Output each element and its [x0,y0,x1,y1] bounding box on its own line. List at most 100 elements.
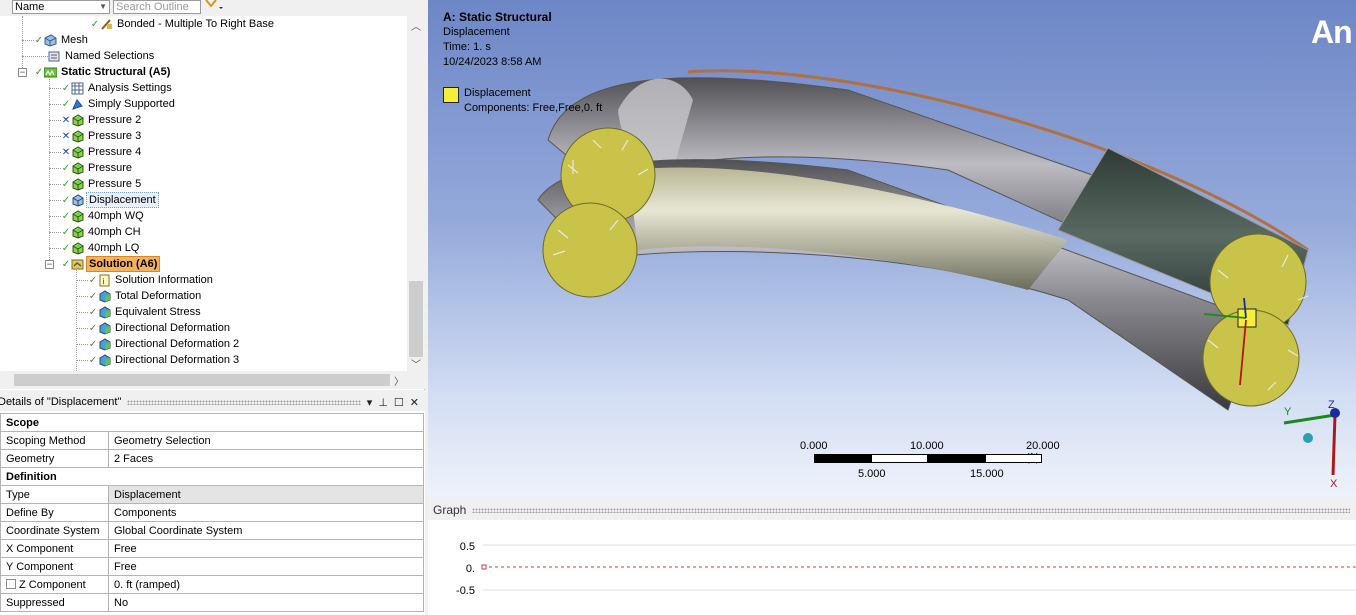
tree-item-named-selections[interactable]: Named Selections [48,48,156,64]
scale-bar: 0.000 10.000 20.000 (ft) 5.000 15.000 [798,440,1068,480]
details-row[interactable]: Coordinate System Global Coordinate Syste… [0,521,424,540]
property-value[interactable]: Displacement [108,485,424,504]
pressure-icon [72,113,84,127]
details-section-header[interactable]: Scope [0,413,424,432]
property-name: Y Component [0,557,109,576]
tree-item-solution[interactable]: ✓ Solution (A6) [61,256,161,272]
pressure-icon [72,209,84,223]
search-outline-input[interactable]: Search Outline [113,0,201,14]
scroll-up-icon[interactable]: ︿ [411,18,421,33]
scroll-right-icon[interactable]: 〉 [394,373,404,388]
check-icon: ✓ [61,226,71,238]
legend-label: Displacement [464,87,531,99]
pressure-icon [72,225,84,239]
tree-item-pressure[interactable]: ✓ Pressure [61,160,134,176]
pin-icon[interactable]: ⊥ [378,396,388,409]
ansys-logo: An [1311,14,1353,50]
name-filter-dropdown[interactable]: Name ▼ [12,0,110,14]
panel-menu-icon[interactable]: ▾ [367,396,373,409]
tree-item-directional-deformation-3[interactable]: ✓ Directional Deformation 3 [88,352,241,368]
tree-item-bonded[interactable]: ✓ Bonded - Multiple To Right Base [90,16,276,32]
property-name: Scoping Method [0,431,109,450]
property-value[interactable]: Global Coordinate System [108,521,424,540]
scrollbar-thumb[interactable] [409,281,423,357]
collapse-static-structural-toggle[interactable]: − [18,68,27,77]
tree-item-solution-information[interactable]: ✓ i Solution Information [88,272,215,288]
tree-item-total-deformation[interactable]: ✓ Total Deformation [88,288,203,304]
details-row[interactable]: X Component Free [0,539,424,558]
details-row[interactable]: Z Component 0. ft (ramped) [0,575,424,594]
property-value[interactable]: Geometry Selection [108,431,424,450]
details-row[interactable]: Define By Components [0,503,424,522]
legend-components: Components: Free,Free,0. ft [464,102,603,114]
suppressed-x-icon: ✕ [61,114,71,126]
property-value[interactable]: Free [108,557,424,576]
tree-item-mesh[interactable]: ✓ Mesh [34,32,90,48]
filter-options-icon[interactable] [205,0,227,14]
graphics-viewport[interactable]: Z Y X A: Static Structural Displacement … [428,0,1356,497]
property-value[interactable]: Free [108,539,424,558]
displacement-legend: Displacement Components: Free,Free,0. ft [443,86,602,116]
tree-item-static-structural[interactable]: ✓ Static Structural (A5) [34,64,172,80]
outline-horizontal-scrollbar[interactable]: 〉 [0,371,425,389]
tree-item-label: Pressure [88,162,133,174]
property-name: X Component [0,539,109,558]
check-icon: ✓ [34,34,44,46]
maximize-icon[interactable]: ☐ [394,396,404,409]
collapse-solution-toggle[interactable]: − [45,260,54,269]
details-row[interactable]: Y Component Free [0,557,424,576]
svg-text:i: i [103,277,105,286]
tree-item-displacement[interactable]: ✓ Displacement [61,192,159,208]
tree-item-pressure-2[interactable]: ✕ Pressure 2 [61,112,143,128]
check-icon: ✓ [61,258,71,270]
pressure-icon [72,241,84,255]
named-selections-icon [48,51,60,61]
section-label: Scope [0,413,424,432]
check-icon: ✓ [61,210,71,222]
check-icon: ✓ [88,274,98,286]
viewport-info: A: Static Structural Displacement Time: … [443,10,552,70]
tree-item-simply-supported[interactable]: ✓ Simply Supported [61,96,177,112]
details-row[interactable]: Suppressed No [0,593,424,612]
details-row[interactable]: Geometry 2 Faces [0,449,424,468]
graph-plot[interactable] [428,500,1356,615]
tree-item-pressure-5[interactable]: ✓ Pressure 5 [61,176,143,192]
tree-item-label: Static Structural (A5) [61,66,171,78]
tree-item-directional-deformation-2[interactable]: ✓ Directional Deformation 2 [88,336,241,352]
property-value[interactable]: Components [108,503,424,522]
close-icon[interactable]: ✕ [410,396,419,409]
details-row[interactable]: Scoping Method Geometry Selection [0,431,424,450]
check-icon: ✓ [34,66,44,78]
tree-item-40mph-ch[interactable]: ✓ 40mph CH [61,224,143,240]
check-icon: ✓ [90,18,100,30]
details-row[interactable]: Type Displacement [0,485,424,504]
tree-item-label: 40mph CH [88,226,141,238]
tree-item-analysis-settings[interactable]: ✓ Analysis Settings [61,80,174,96]
parameter-checkbox[interactable] [6,578,16,589]
suppressed-x-icon: ✕ [61,146,71,158]
property-value[interactable]: No [108,593,424,612]
tree-item-directional-deformation[interactable]: ✓ Directional Deformation [88,320,232,336]
tree-item-pressure-4[interactable]: ✕ Pressure 4 [61,144,143,160]
tree-item-equivalent-stress[interactable]: ✓ Equivalent Stress [88,304,203,320]
scale-label: 0.000 [800,440,828,452]
tree-item-40mph-wq[interactable]: ✓ 40mph WQ [61,208,146,224]
scale-label: 15.000 [970,468,1004,480]
check-icon: ✓ [88,322,98,334]
triad-x-label: X [1330,478,1338,490]
check-icon: ✓ [88,354,98,366]
property-value[interactable]: 0. ft (ramped) [108,575,424,594]
outline-vertical-scrollbar[interactable]: ︿ ﹀ [407,16,425,371]
scroll-down-icon[interactable]: ﹀ [411,356,421,371]
pipe-model[interactable]: Z Y X [428,0,1356,497]
tree-item-label: Analysis Settings [88,82,172,94]
tree-item-40mph-lq[interactable]: ✓ 40mph LQ [61,240,141,256]
scale-segment [871,454,928,463]
details-table: Scope Scoping Method Geometry Selection G… [0,413,424,612]
scrollbar-thumb[interactable] [14,374,390,386]
triad-z-label: Z [1328,399,1335,411]
panel-grip[interactable] [127,399,361,405]
details-section-header[interactable]: Definition [0,467,424,486]
property-value[interactable]: 2 Faces [108,449,424,468]
tree-item-pressure-3[interactable]: ✕ Pressure 3 [61,128,143,144]
